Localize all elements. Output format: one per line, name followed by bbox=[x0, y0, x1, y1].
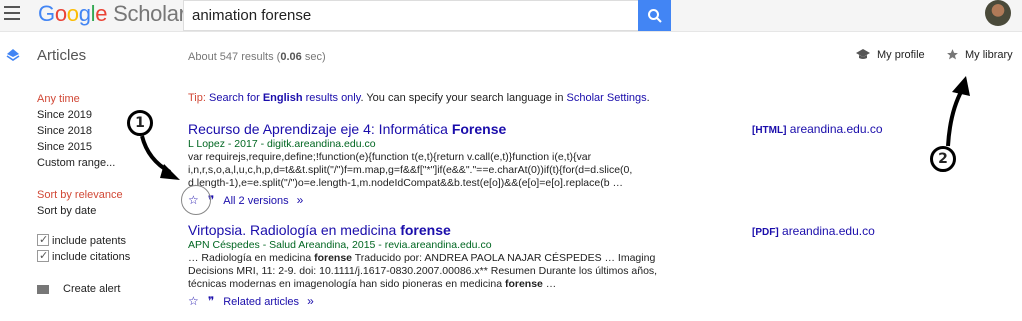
include-citations-option[interactable]: include citations bbox=[37, 248, 177, 265]
annotation-arrow-1 bbox=[140, 135, 180, 180]
result-title[interactable]: Recurso de Aprendizaje eje 4: Informátic… bbox=[188, 121, 688, 138]
filter-any-time[interactable]: Any time bbox=[37, 91, 177, 107]
all-versions-link[interactable]: All 2 versions bbox=[223, 195, 288, 207]
fulltext-link[interactable]: [HTML] areandina.edu.co bbox=[752, 122, 883, 136]
star-icon bbox=[947, 49, 958, 60]
cite-icon[interactable]: ❞ bbox=[208, 294, 214, 308]
more-icon[interactable]: » bbox=[297, 193, 304, 207]
avatar[interactable] bbox=[985, 0, 1011, 26]
result-meta: L Lopez - 2017 - digitk.areandina.edu.co bbox=[188, 138, 376, 150]
fulltext-link[interactable]: [PDF] areandina.edu.co bbox=[752, 224, 875, 238]
search-input[interactable] bbox=[183, 0, 638, 31]
save-star-icon[interactable]: ☆ bbox=[188, 294, 199, 308]
filter-since-2019[interactable]: Since 2019 bbox=[37, 107, 177, 123]
include-patents-option[interactable]: include patents bbox=[37, 232, 177, 249]
graduation-cap-icon bbox=[856, 49, 870, 59]
search-result: Recurso de Aprendizaje eje 4: Informátic… bbox=[188, 121, 688, 209]
my-profile-link[interactable]: My profile bbox=[855, 48, 925, 61]
related-articles-link[interactable]: Related articles bbox=[223, 296, 299, 308]
result-snippet: var requirejs,require,define;!function(e… bbox=[188, 151, 633, 189]
articles-label[interactable]: Articles bbox=[37, 47, 86, 64]
result-actions: ☆ ❞ All 2 versions» bbox=[188, 192, 688, 209]
result-actions: ☆ ❞ Related articles » bbox=[188, 293, 688, 310]
google-scholar-logo[interactable]: Google Scholar bbox=[38, 1, 186, 27]
menu-icon[interactable] bbox=[4, 6, 20, 20]
more-icon[interactable]: » bbox=[307, 294, 314, 308]
sidebar: Any time Since 2019 Since 2018 Since 201… bbox=[37, 91, 177, 297]
envelope-icon bbox=[37, 284, 49, 294]
english-only-link[interactable]: Search for English results only bbox=[209, 92, 360, 104]
sort-by-date[interactable]: Sort by date bbox=[37, 203, 177, 219]
search-icon bbox=[647, 8, 662, 23]
top-bar: Google Scholar bbox=[0, 0, 1022, 32]
my-library-link[interactable]: My library bbox=[946, 48, 1013, 61]
subheader: Articles About 547 results (0.06 sec) My… bbox=[0, 42, 1022, 72]
result-count: About 547 results (0.06 sec) bbox=[188, 51, 326, 63]
search-button[interactable] bbox=[638, 0, 671, 31]
annotation-arrow-2 bbox=[946, 76, 970, 147]
include-citations-checkbox[interactable] bbox=[37, 248, 49, 264]
create-alert-button[interactable]: Create alert bbox=[37, 281, 177, 297]
search-result: Virtopsia. Radiología en medicina forens… bbox=[188, 222, 688, 310]
articles-icon bbox=[6, 49, 20, 61]
result-meta: APN Céspedes - Salud Areandina, 2015 - r… bbox=[188, 239, 492, 251]
language-tip: Tip: Search for English results only. Yo… bbox=[188, 92, 650, 104]
result-title[interactable]: Virtopsia. Radiología en medicina forens… bbox=[188, 222, 688, 239]
result-snippet: … Radiología en medicina forense Traduci… bbox=[188, 252, 658, 290]
include-patents-checkbox[interactable] bbox=[37, 232, 49, 248]
scholar-settings-link[interactable]: Scholar Settings bbox=[567, 92, 647, 104]
